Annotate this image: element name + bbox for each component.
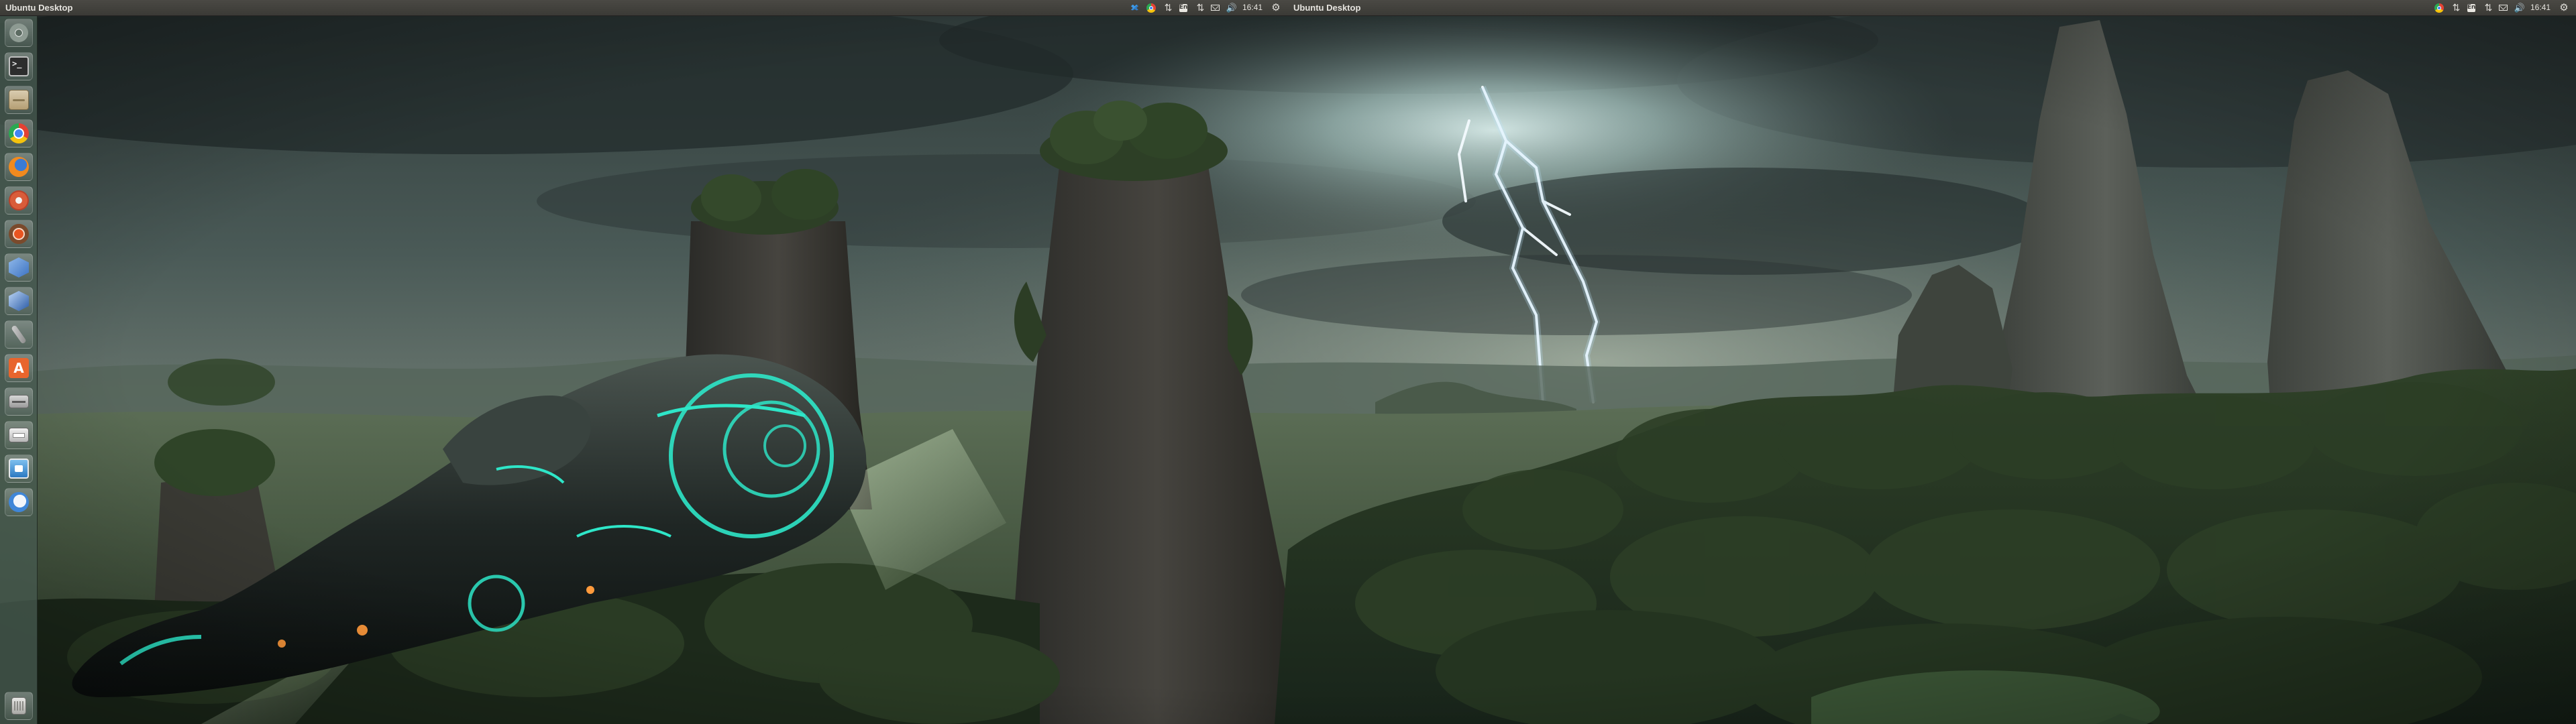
thunderbird-icon [9, 492, 29, 512]
indicator-area-right: ⇅ En ⇅ 🔊 16:41 ⚙ [2431, 0, 2572, 15]
volume-icon[interactable]: 🔊 [2512, 0, 2528, 15]
session-gear-icon[interactable]: ⚙ [2556, 0, 2572, 15]
indicator-area-left: ⇅ En ⇅ 🔊 16:41 ⚙ [1127, 0, 1284, 15]
printer-icon [9, 428, 29, 442]
volume-icon[interactable]: 🔊 [1224, 0, 1240, 15]
launcher-item-thunderbird[interactable] [5, 488, 33, 516]
keyboard-layout-label: En [2467, 3, 2476, 12]
panel-title-left: Ubuntu Desktop [5, 3, 73, 13]
launcher-item-terminal[interactable]: >_ [5, 52, 33, 80]
software-updater-icon [9, 224, 29, 244]
keyboard-layout-icon[interactable]: En [1175, 0, 1191, 15]
ubuntu-dual-monitor-desktop: Ubuntu Desktop ⇅ En ⇅ 🔊 16:41 ⚙ Ubuntu D… [0, 0, 2576, 724]
screenshot-icon [9, 459, 29, 479]
terminal-icon: >_ [9, 56, 29, 76]
launcher-item-system-settings[interactable] [5, 186, 33, 215]
virtualbox-icon [9, 257, 29, 278]
dash-home-icon [9, 23, 28, 42]
launcher-item-virtualbox[interactable] [5, 253, 33, 282]
chrome-icon [9, 123, 29, 143]
trash-icon [11, 697, 26, 715]
keyboard-layout-icon[interactable]: En [2463, 0, 2479, 15]
top-panel-left: Ubuntu Desktop ⇅ En ⇅ 🔊 16:41 ⚙ [0, 0, 1288, 16]
mail-icon[interactable] [2496, 0, 2512, 15]
network-arrows-icon[interactable]: ⇅ [1191, 0, 1208, 15]
panel-title-right: Ubuntu Desktop [1293, 3, 1361, 13]
chrome-indicator-icon[interactable] [1143, 0, 1159, 15]
launcher-item-tool[interactable] [5, 320, 33, 349]
launcher-item-dash[interactable] [5, 19, 33, 47]
clock-right[interactable]: 16:41 [2528, 0, 2556, 15]
launcher-item-chrome[interactable] [5, 119, 33, 147]
launcher-item-removable-drive[interactable] [5, 387, 33, 416]
session-gear-icon[interactable]: ⚙ [1268, 0, 1284, 15]
launcher-item-firefox[interactable] [5, 153, 33, 181]
mail-icon[interactable] [1208, 0, 1224, 15]
clock-left[interactable]: 16:41 [1240, 0, 1268, 15]
sync-arrows-icon[interactable]: ⇅ [2479, 0, 2496, 15]
tool-icon [11, 324, 27, 345]
launcher-item-printer[interactable] [5, 421, 33, 449]
top-panel-right: Ubuntu Desktop ⇅ En ⇅ 🔊 16:41 ⚙ [1288, 0, 2576, 16]
keyboard-layout-label: En [1179, 3, 1188, 12]
sync-arrows-icon[interactable]: ⇅ [1159, 0, 1175, 15]
launcher-item-software-center[interactable]: A [5, 354, 33, 382]
system-settings-icon [9, 190, 29, 210]
firefox-icon [9, 157, 29, 177]
removable-drive-icon [9, 395, 29, 408]
desktop-wallpaper [0, 0, 2576, 724]
files-icon [9, 90, 29, 110]
ubuntu-software-center-icon: A [9, 358, 29, 378]
network-arrows-icon[interactable]: ⇅ [2447, 0, 2463, 15]
launcher-item-trash[interactable] [5, 692, 33, 720]
launcher-item-3d-cube[interactable] [5, 287, 33, 315]
unity-launcher: >_ A [0, 16, 38, 724]
launcher-item-screenshot[interactable] [5, 455, 33, 483]
launcher-item-software-updater[interactable] [5, 220, 33, 248]
dropbox-indicator-icon[interactable] [1127, 0, 1143, 15]
3d-cube-icon [9, 291, 29, 311]
chrome-indicator-icon[interactable] [2431, 0, 2447, 15]
launcher-item-files[interactable] [5, 86, 33, 114]
